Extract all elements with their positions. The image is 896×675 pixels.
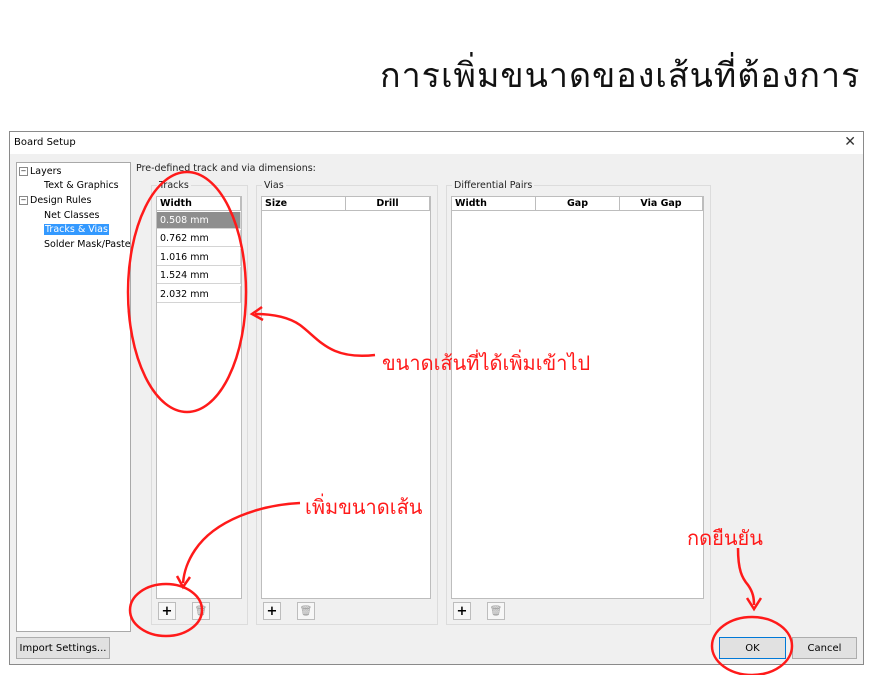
annotation-overlay [126, 170, 794, 675]
arrow-to-ok [736, 547, 756, 606]
arrow-to-add [181, 501, 301, 584]
annotation-added-sizes: ขนาดเส้นที่ได้เพิ่มเข้าไป [382, 351, 591, 375]
ok-button-highlight-ellipse [710, 615, 794, 675]
annotation-add-size: เพิ่มขนาดเส้น [305, 495, 423, 519]
annotation-confirm: กดยืนยัน [687, 526, 763, 550]
tracks-highlight-ellipse [126, 170, 248, 414]
add-button-highlight-ellipse [128, 582, 204, 638]
arrow-to-tracks [254, 312, 376, 358]
